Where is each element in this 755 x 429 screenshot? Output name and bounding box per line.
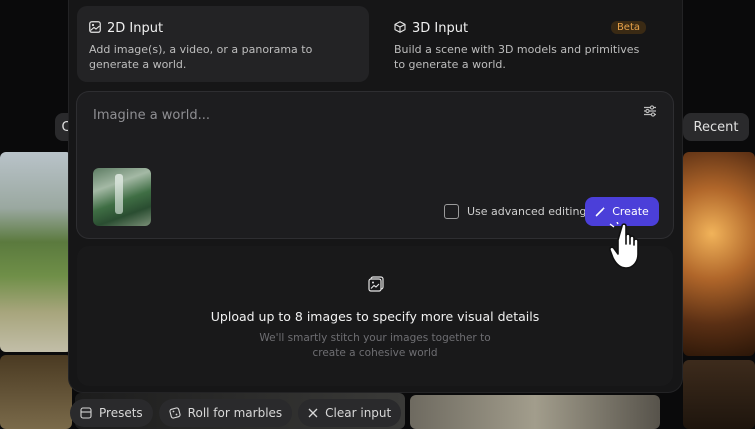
gallery-thumbnail-landscape[interactable]	[0, 152, 72, 352]
roll-for-marbles-label: Roll for marbles	[187, 406, 283, 420]
mode-description: Add image(s), a video, or a panorama to …	[89, 43, 313, 71]
dice-icon	[169, 407, 181, 419]
advanced-editing-checkbox[interactable]	[444, 204, 459, 219]
mode-description: Build a scene with 3D models and primiti…	[394, 43, 640, 71]
beta-badge: Beta	[610, 21, 646, 34]
roll-for-marbles-button[interactable]: Roll for marbles	[158, 399, 293, 427]
world-creator-panel: 2D Input Add image(s), a video, or a pan…	[69, 0, 682, 392]
gallery-thumbnail-interior[interactable]	[683, 152, 755, 356]
mode-3d-input[interactable]: 3D Input Beta Build a scene with 3D mode…	[382, 6, 674, 82]
gallery-thumbnail[interactable]	[410, 395, 660, 429]
prompt-input[interactable]	[91, 104, 615, 126]
wand-icon	[595, 206, 606, 217]
create-button-label: Create	[612, 205, 649, 218]
mode-2d-input[interactable]: 2D Input Add image(s), a video, or a pan…	[77, 6, 369, 82]
recent-button[interactable]: Recent	[683, 113, 749, 141]
gallery-thumbnail[interactable]	[683, 360, 755, 429]
clear-input-button[interactable]: Clear input	[298, 399, 402, 427]
clear-input-label: Clear input	[325, 406, 392, 420]
prompt-box: Use advanced editing Create	[77, 92, 673, 238]
gallery-thumbnail[interactable]	[0, 355, 72, 429]
presets-button[interactable]: Presets	[70, 399, 153, 427]
image-upload-dropzone[interactable]: Upload up to 8 images to specify more vi…	[77, 246, 673, 386]
close-icon	[308, 408, 318, 418]
uploaded-image-thumbnail[interactable]	[93, 168, 151, 226]
cube-icon	[394, 21, 406, 33]
presets-icon	[80, 407, 92, 419]
settings-sliders-icon[interactable]	[643, 104, 657, 118]
presets-label: Presets	[99, 406, 143, 420]
hand-pointer-cursor-icon	[609, 222, 639, 269]
bottom-action-bar: Presets Roll for marbles Clear input	[70, 399, 402, 427]
mode-title: 2D Input	[107, 21, 164, 36]
mode-title: 3D Input	[412, 21, 469, 36]
advanced-editing-toggle[interactable]: Use advanced editing	[444, 204, 586, 219]
upload-subtitle: We'll smartly stitch your images togethe…	[259, 332, 491, 359]
advanced-editing-label: Use advanced editing	[467, 205, 587, 218]
upload-images-icon	[368, 276, 384, 292]
upload-title: Upload up to 8 images to specify more vi…	[210, 309, 540, 324]
image-icon	[89, 21, 101, 33]
